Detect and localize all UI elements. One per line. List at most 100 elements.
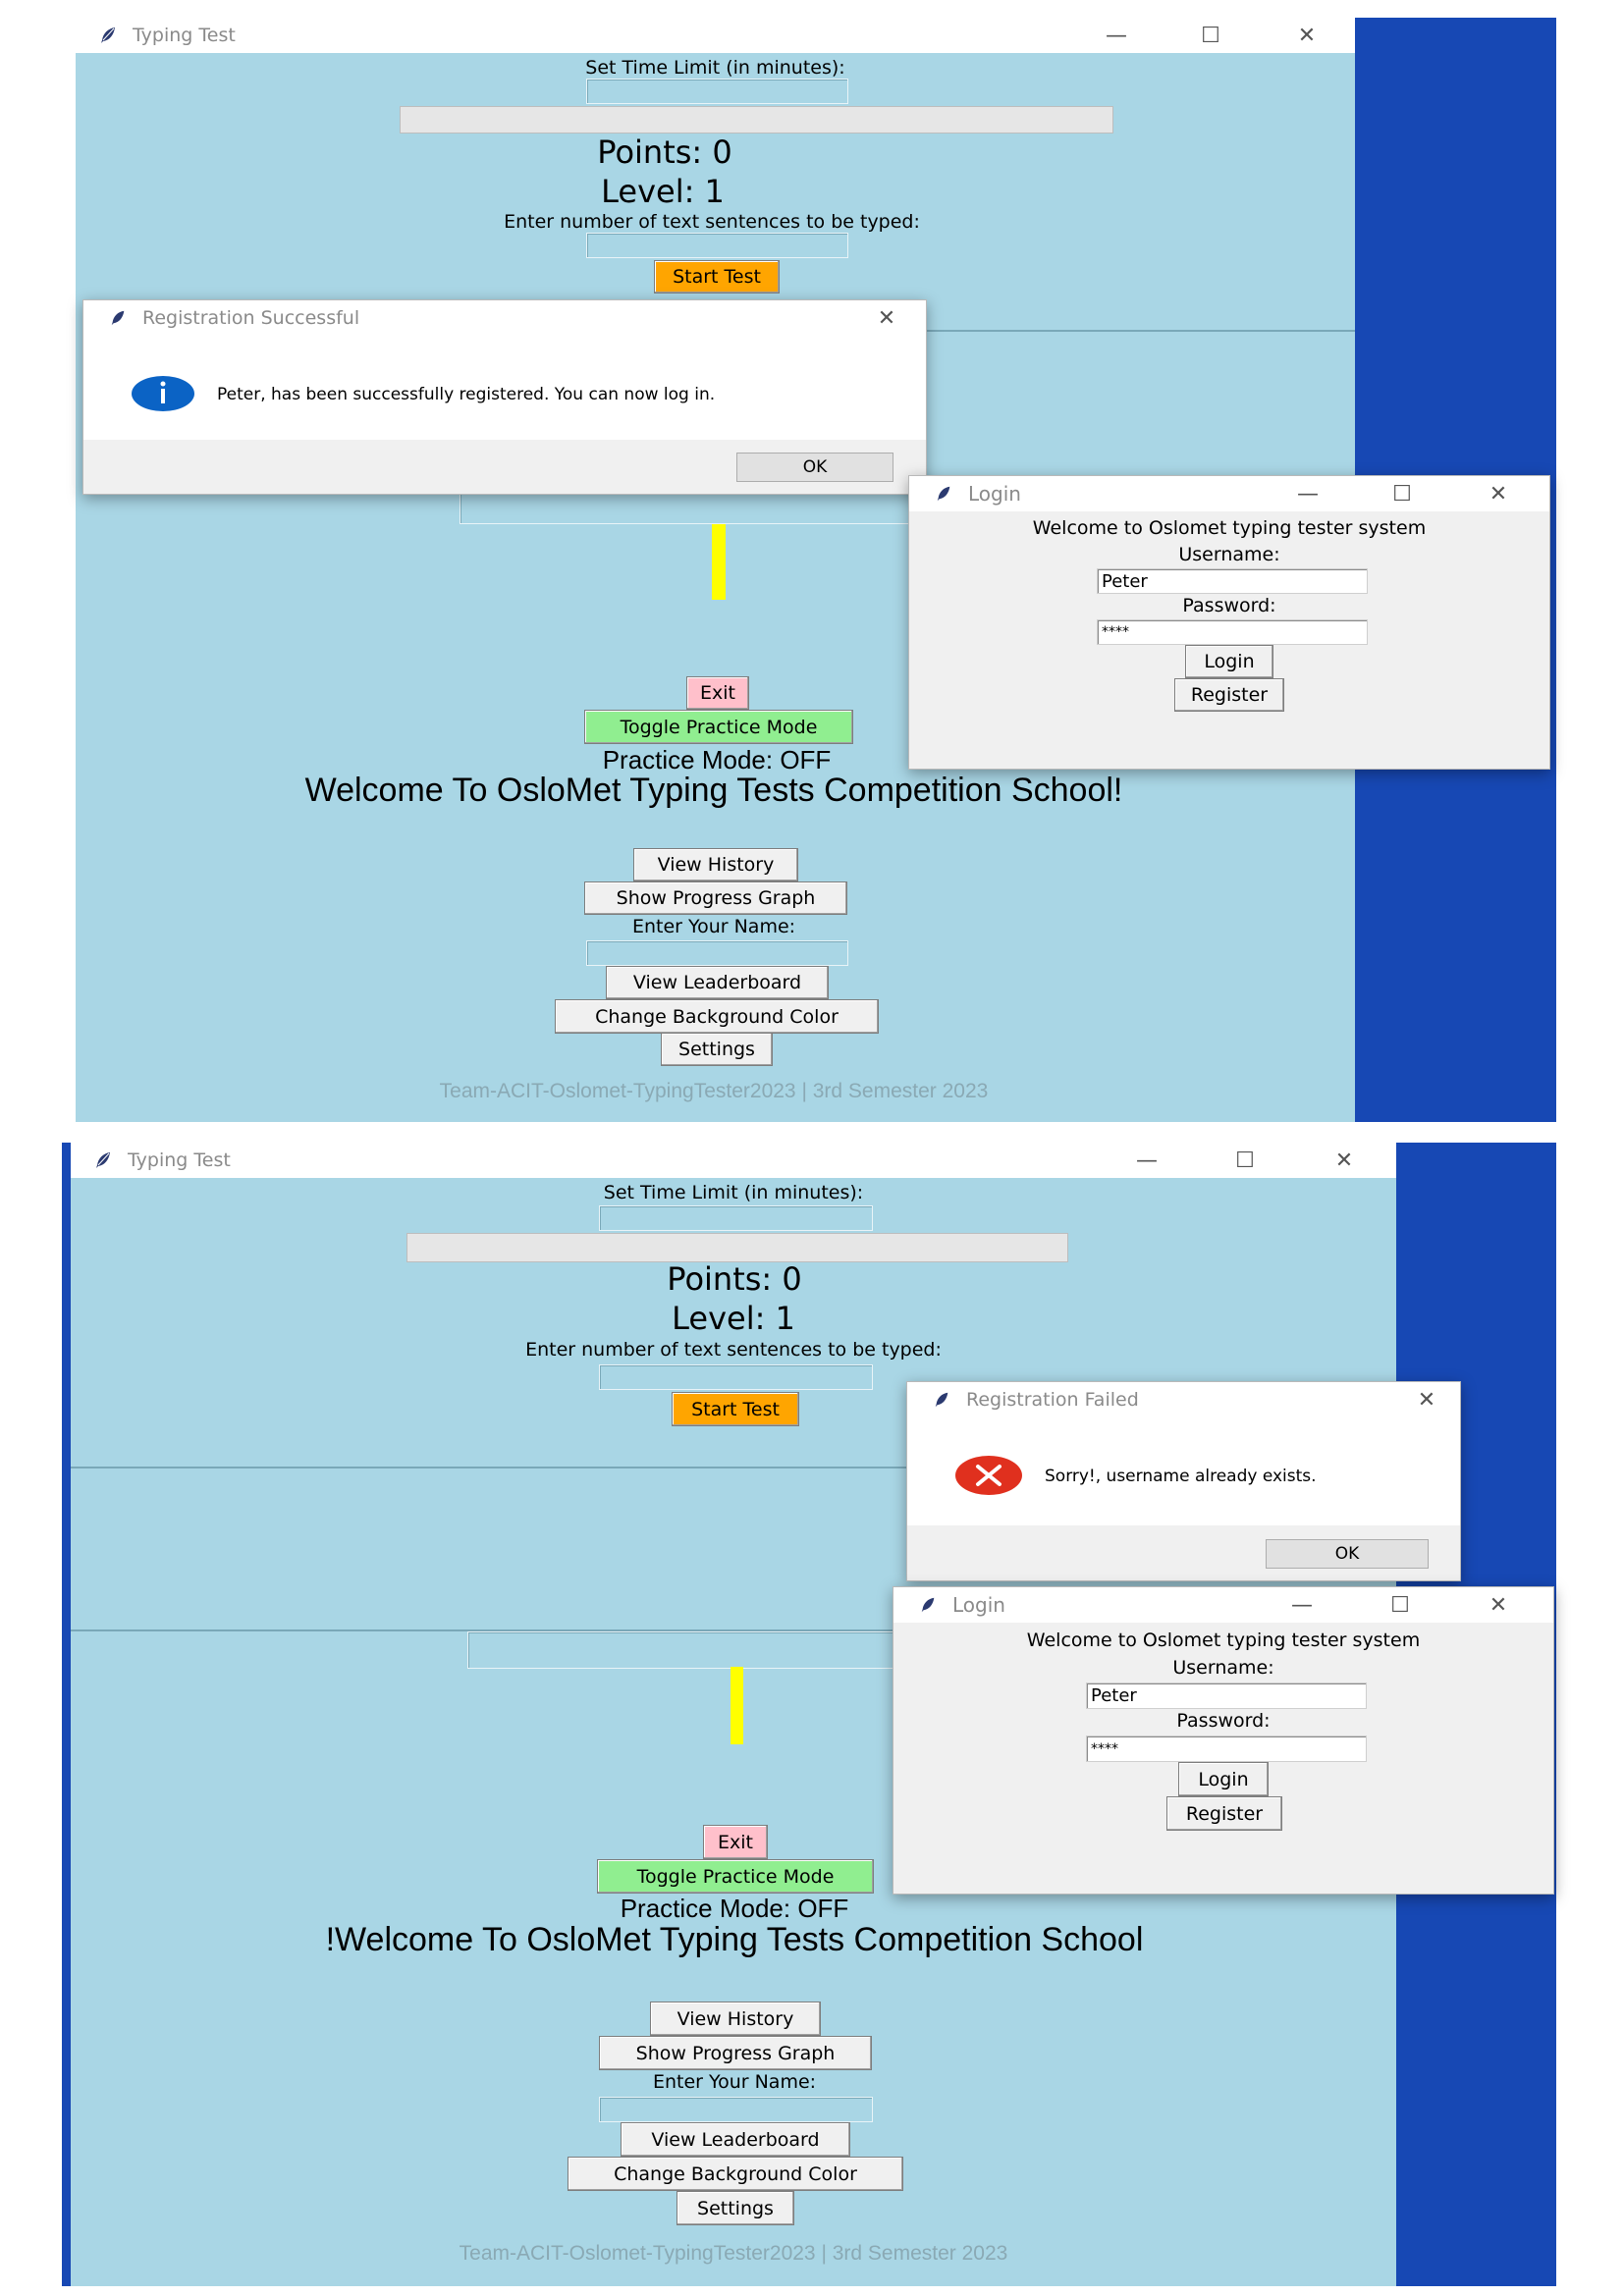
change-background-button[interactable]: Change Background Color <box>568 2157 903 2191</box>
sentences-label: Enter number of text sentences to be typ… <box>525 1339 942 1361</box>
minimize-button[interactable]: — <box>1097 18 1136 53</box>
dialog-message-area: Sorry!, username already exists. <box>907 1417 1460 1525</box>
ok-button[interactable]: OK <box>736 453 893 482</box>
view-history-button[interactable]: View History <box>650 2002 821 2036</box>
minimize-button[interactable]: — <box>1127 1143 1166 1178</box>
dialog-message: Peter, has been successfully registered.… <box>217 385 716 404</box>
username-label: Username: <box>1178 544 1280 565</box>
register-button[interactable]: Register <box>1174 678 1284 712</box>
minimize-button[interactable]: — <box>1288 476 1327 511</box>
password-label: Password: <box>1182 595 1276 616</box>
show-progress-graph-button[interactable]: Show Progress Graph <box>584 881 847 915</box>
title-bar[interactable]: Typing Test — ☐ ✕ <box>71 1143 1396 1178</box>
settings-button[interactable]: Settings <box>677 2191 794 2225</box>
password-input[interactable]: **** <box>1097 619 1368 645</box>
info-icon <box>131 375 195 412</box>
registration-success-dialog: Registration Successful ✕ Peter, has bee… <box>82 299 927 495</box>
toggle-practice-button[interactable]: Toggle Practice Mode <box>597 1859 874 1894</box>
sentences-input[interactable] <box>586 233 848 258</box>
name-input[interactable] <box>599 2097 873 2122</box>
typing-input[interactable] <box>467 1631 906 1669</box>
time-limit-input[interactable] <box>599 1205 873 1231</box>
start-test-button[interactable]: Start Test <box>654 260 780 294</box>
login-title: Login <box>952 1593 1005 1617</box>
desktop-strip-left <box>62 1143 71 2286</box>
dialog-message: Sorry!, username already exists. <box>1045 1467 1317 1486</box>
login-title: Login <box>968 482 1021 506</box>
login-button[interactable]: Login <box>1178 1762 1269 1796</box>
login-title-bar[interactable]: Login — ☐ ✕ <box>893 1587 1553 1623</box>
practice-mode-label: Practice Mode: OFF <box>620 1894 849 1923</box>
sentences-label: Enter number of text sentences to be typ… <box>504 211 920 233</box>
time-limit-input[interactable] <box>586 79 848 104</box>
footer-text: Team-ACIT-Oslomet-TypingTester2023 | 3rd… <box>439 1080 989 1102</box>
time-limit-label: Set Time Limit (in minutes): <box>603 1182 864 1203</box>
login-welcome-label: Welcome to Oslomet typing tester system <box>1026 1629 1421 1651</box>
maximize-button[interactable]: ☐ <box>1191 18 1230 53</box>
view-history-button[interactable]: View History <box>633 848 798 881</box>
dialog-title-bar[interactable]: Registration Successful ✕ <box>83 300 926 336</box>
title-bar[interactable]: Typing Test — ☐ ✕ <box>76 18 1355 53</box>
login-title-bar[interactable]: Login — ☐ ✕ <box>909 476 1549 511</box>
login-window: Login — ☐ ✕ Welcome to Oslomet typing te… <box>908 475 1550 770</box>
feather-icon <box>917 1594 939 1616</box>
points-label: Points: 0 <box>597 133 732 171</box>
password-input[interactable]: **** <box>1086 1735 1367 1762</box>
window-title: Typing Test <box>133 25 236 46</box>
feather-icon <box>97 25 119 46</box>
name-input[interactable] <box>586 940 848 966</box>
registration-failed-dialog: Registration Failed ✕ Sorry!, username a… <box>906 1381 1461 1581</box>
close-button[interactable]: ✕ <box>1479 476 1518 511</box>
maximize-button[interactable]: ☐ <box>1225 1143 1265 1178</box>
dialog-title-bar[interactable]: Registration Failed ✕ <box>907 1382 1460 1417</box>
username-input[interactable]: Peter <box>1097 568 1368 594</box>
toggle-practice-button[interactable]: Toggle Practice Mode <box>584 710 853 744</box>
progress-bar <box>400 106 1113 133</box>
username-input[interactable]: Peter <box>1086 1682 1367 1709</box>
dialog-title: Registration Successful <box>142 307 360 329</box>
close-button[interactable]: ✕ <box>1287 18 1326 53</box>
login-button[interactable]: Login <box>1185 645 1273 678</box>
dialog-close-button[interactable]: ✕ <box>867 300 906 336</box>
welcome-heading: !Welcome To OsloMet Typing Tests Competi… <box>325 1921 1144 1958</box>
exit-button[interactable]: Exit <box>686 676 749 710</box>
typing-cursor-bar <box>712 524 726 600</box>
points-label: Points: 0 <box>667 1260 802 1298</box>
close-button[interactable]: ✕ <box>1325 1143 1364 1178</box>
login-welcome-label: Welcome to Oslomet typing tester system <box>1032 517 1427 539</box>
maximize-button[interactable]: ☐ <box>1382 476 1422 511</box>
feather-icon <box>931 1389 952 1411</box>
login-window: Login — ☐ ✕ Welcome to Oslomet typing te… <box>893 1586 1554 1895</box>
feather-icon <box>107 307 129 329</box>
view-leaderboard-button[interactable]: View Leaderboard <box>606 966 829 999</box>
register-button[interactable]: Register <box>1166 1796 1282 1831</box>
minimize-button[interactable]: — <box>1282 1587 1322 1623</box>
feather-icon <box>933 483 954 505</box>
time-limit-label: Set Time Limit (in minutes): <box>585 57 845 79</box>
level-label: Level: 1 <box>601 173 725 210</box>
error-icon <box>954 1455 1023 1496</box>
settings-button[interactable]: Settings <box>661 1033 773 1066</box>
enter-name-label: Enter Your Name: <box>631 916 796 937</box>
enter-name-label: Enter Your Name: <box>652 2071 817 2093</box>
ok-button[interactable]: OK <box>1266 1539 1429 1569</box>
window-title: Typing Test <box>128 1149 231 1171</box>
username-label: Username: <box>1172 1657 1274 1679</box>
close-button[interactable]: ✕ <box>1479 1587 1518 1623</box>
show-progress-graph-button[interactable]: Show Progress Graph <box>599 2036 872 2070</box>
level-label: Level: 1 <box>672 1300 795 1337</box>
password-label: Password: <box>1176 1710 1271 1732</box>
dialog-title: Registration Failed <box>966 1389 1139 1411</box>
sentences-input[interactable] <box>599 1364 873 1390</box>
footer-text: Team-ACIT-Oslomet-TypingTester2023 | 3rd… <box>459 2242 1008 2265</box>
separator-line <box>71 1467 910 1468</box>
start-test-button[interactable]: Start Test <box>672 1392 799 1426</box>
exit-button[interactable]: Exit <box>703 1825 768 1859</box>
typing-cursor-bar <box>731 1667 743 1744</box>
welcome-heading: Welcome To OsloMet Typing Tests Competit… <box>304 772 1123 809</box>
dialog-close-button[interactable]: ✕ <box>1407 1382 1446 1417</box>
separator-line <box>920 330 1355 332</box>
maximize-button[interactable]: ☐ <box>1380 1587 1420 1623</box>
change-background-button[interactable]: Change Background Color <box>555 999 879 1034</box>
view-leaderboard-button[interactable]: View Leaderboard <box>621 2122 850 2157</box>
